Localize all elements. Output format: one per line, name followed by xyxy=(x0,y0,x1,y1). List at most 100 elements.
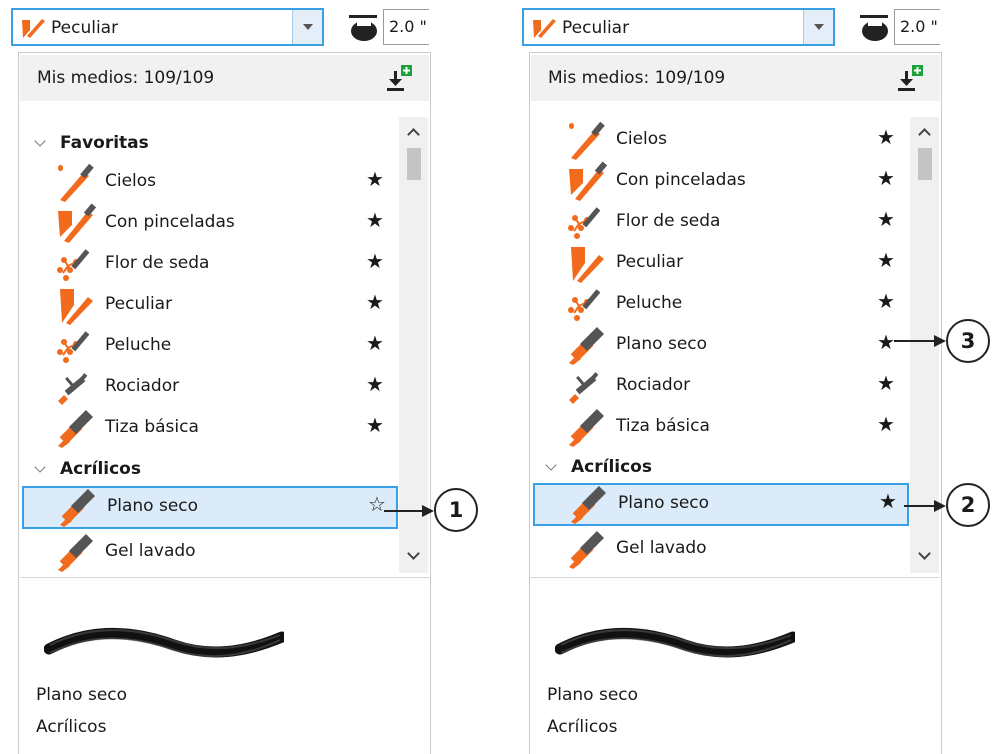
brush-peculiar-icon xyxy=(571,247,604,283)
list-item-label: Plano seco xyxy=(616,334,708,354)
list-item[interactable]: Peculiar ★ xyxy=(531,242,911,283)
media-bar: Mis medios: 109/109 xyxy=(531,55,940,101)
preview-brush-category: Acrílicos xyxy=(36,717,107,737)
list-item[interactable]: Gel lavado xyxy=(20,531,400,572)
callout-marker: 3 xyxy=(946,319,990,363)
scroll-down-icon[interactable] xyxy=(918,547,931,560)
brush-peluche-icon xyxy=(568,289,601,321)
brush-library-box: Mis medios: 109/109 Cielos ★ Con pincela… xyxy=(529,52,942,754)
group-acrilicos[interactable]: Acrílicos xyxy=(531,453,911,483)
star-filled-icon[interactable]: ★ xyxy=(877,127,895,147)
list-item[interactable]: Con pinceladas ★ xyxy=(531,160,911,201)
brush-plano-seco-icon xyxy=(60,488,96,527)
brush-gel-lavado-icon xyxy=(569,530,605,569)
import-media-icon[interactable] xyxy=(386,65,412,93)
list-item-label: Peluche xyxy=(105,335,172,355)
peculiar-brush-icon xyxy=(22,19,45,38)
import-media-icon[interactable] xyxy=(897,65,923,93)
list-item-selected[interactable]: Plano seco ☆ xyxy=(22,486,398,529)
star-filled-icon[interactable]: ★ xyxy=(877,332,895,352)
list-item-label: Gel lavado xyxy=(105,541,196,561)
star-filled-icon[interactable]: ★ xyxy=(366,292,384,312)
scroll-thumb[interactable] xyxy=(918,148,932,180)
star-filled-icon[interactable]: ★ xyxy=(366,415,384,435)
brush-list: Favoritas Cielos ★ Con pinceladas ★ Flor… xyxy=(20,117,429,575)
brush-peluche-icon xyxy=(57,331,90,363)
list-item-label: Peluche xyxy=(616,293,683,313)
chevron-down-icon xyxy=(34,135,46,147)
brush-cielos-icon xyxy=(569,121,605,160)
list-item[interactable]: Rociador ★ xyxy=(20,366,400,407)
nib-size-icon xyxy=(349,15,377,41)
list-item[interactable]: Flor de seda ★ xyxy=(20,243,400,284)
star-filled-icon[interactable]: ★ xyxy=(366,251,384,271)
callout-leader-line xyxy=(894,340,936,342)
scroll-up-icon[interactable] xyxy=(407,128,420,141)
star-filled-icon[interactable]: ★ xyxy=(877,209,895,229)
list-item-label: Flor de seda xyxy=(616,211,721,231)
list-item[interactable]: Plano seco ★ xyxy=(531,324,911,365)
group-label: Acrílicos xyxy=(60,459,141,479)
callout-marker: 2 xyxy=(946,483,990,527)
star-filled-icon[interactable]: ★ xyxy=(877,168,895,188)
chevron-down-icon xyxy=(34,461,46,473)
callout-arrowhead xyxy=(934,500,946,512)
list-item-label: Plano seco xyxy=(618,493,710,513)
star-filled-icon[interactable]: ★ xyxy=(877,291,895,311)
list-item[interactable]: Tiza básica ★ xyxy=(531,406,911,447)
list-item-label: Rociador xyxy=(616,375,691,395)
list-item[interactable]: Cielos ★ xyxy=(20,161,400,202)
list-item[interactable]: Con pinceladas ★ xyxy=(20,202,400,243)
callout-arrowhead xyxy=(934,335,946,347)
list-item-label: Rociador xyxy=(105,376,180,396)
nib-size-icon xyxy=(860,15,888,41)
list-item[interactable]: Rociador ★ xyxy=(531,365,911,406)
group-label: Favoritas xyxy=(60,133,149,153)
list-item[interactable]: Cielos ★ xyxy=(531,119,911,160)
group-favoritas[interactable]: Favoritas xyxy=(20,129,400,159)
list-item[interactable]: Gel lavado xyxy=(531,528,911,569)
brush-plano-seco-icon xyxy=(569,326,605,365)
list-item-label: Con pinceladas xyxy=(105,212,235,232)
brush-selector-value: Peculiar xyxy=(51,18,119,38)
star-filled-icon[interactable]: ★ xyxy=(879,491,897,511)
divider xyxy=(20,577,429,578)
chevron-down-icon xyxy=(545,459,557,471)
star-filled-icon[interactable]: ★ xyxy=(366,169,384,189)
callout-leader-line xyxy=(904,505,936,507)
group-label: Acrílicos xyxy=(571,457,652,477)
brush-pinceladas-icon xyxy=(569,161,608,201)
brush-size-field[interactable]: 2.0 " xyxy=(383,9,429,45)
list-item[interactable]: Tiza básica ★ xyxy=(20,407,400,448)
chevron-down-icon[interactable] xyxy=(803,10,833,44)
brush-library-panel-after: Peculiar 2.0 " Mis medios: 109/109 Cielo… xyxy=(522,0,942,754)
brush-tiza-basica-icon xyxy=(569,408,605,447)
brush-selector[interactable]: Peculiar xyxy=(11,8,324,46)
peculiar-brush-icon xyxy=(533,19,556,38)
list-item-label: Cielos xyxy=(105,171,157,191)
star-filled-icon[interactable]: ★ xyxy=(877,414,895,434)
brush-pinceladas-icon xyxy=(58,203,97,243)
star-filled-icon[interactable]: ★ xyxy=(877,373,895,393)
brush-selector[interactable]: Peculiar xyxy=(522,8,835,46)
brush-size-field[interactable]: 2.0 " xyxy=(894,9,940,45)
list-item[interactable]: Peculiar ★ xyxy=(20,284,400,325)
list-item-label: Tiza básica xyxy=(616,416,710,436)
list-item[interactable]: Peluche ★ xyxy=(531,283,911,324)
list-item[interactable]: Flor de seda ★ xyxy=(531,201,911,242)
scroll-up-icon[interactable] xyxy=(918,128,931,141)
scroll-down-icon[interactable] xyxy=(407,547,420,560)
star-filled-icon[interactable]: ★ xyxy=(366,374,384,394)
brush-tiza-basica-icon xyxy=(58,409,94,448)
star-filled-icon[interactable]: ★ xyxy=(877,250,895,270)
star-filled-icon[interactable]: ★ xyxy=(366,333,384,353)
star-filled-icon[interactable]: ★ xyxy=(366,210,384,230)
scroll-thumb[interactable] xyxy=(407,148,421,180)
chevron-down-icon[interactable] xyxy=(292,10,322,44)
brush-library-panel-before: Peculiar 2.0 " Mis medios: 109/109 Favor… xyxy=(11,0,431,754)
list-item-selected[interactable]: Plano seco ★ xyxy=(533,483,909,526)
list-item-label: Gel lavado xyxy=(616,538,707,558)
group-acrilicos[interactable]: Acrílicos xyxy=(20,455,400,485)
brush-rociador-icon xyxy=(569,372,599,404)
list-item[interactable]: Peluche ★ xyxy=(20,325,400,366)
